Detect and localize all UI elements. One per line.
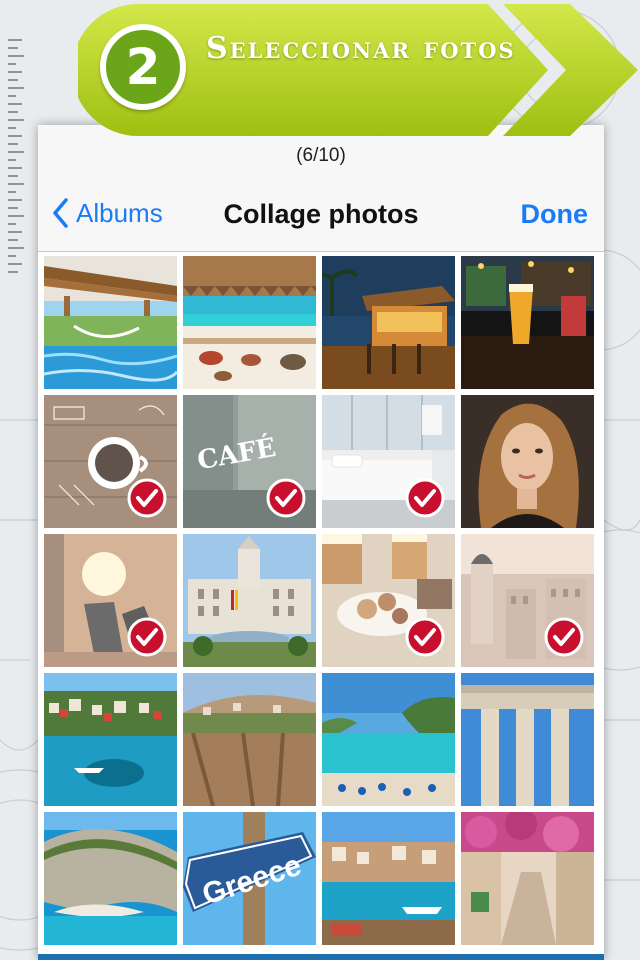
- photo-thumbnail[interactable]: [322, 256, 455, 389]
- checkmark-icon: [405, 617, 445, 657]
- checkmark-icon: [266, 478, 306, 518]
- selection-count: (6/10): [296, 145, 346, 166]
- photo-thumbnail[interactable]: [461, 812, 594, 945]
- photo-thumbnail-selected[interactable]: [44, 534, 177, 667]
- checkmark-icon: [127, 478, 167, 518]
- photo-thumbnail[interactable]: [183, 673, 316, 806]
- photo-thumbnail-selected[interactable]: CAFÉ: [183, 395, 316, 528]
- photo-picker: (6/10) Albums Collage photos Done CAFÉ G…: [38, 125, 604, 960]
- photo-thumbnail[interactable]: [322, 673, 455, 806]
- flower-street-image: [461, 812, 594, 945]
- beach-thatch-image: [183, 256, 316, 389]
- photo-thumbnail[interactable]: [461, 395, 594, 528]
- navagio-beach-image: [44, 812, 177, 945]
- done-button[interactable]: Done: [521, 199, 589, 230]
- navigation-bar: (6/10) Albums Collage photos Done: [38, 125, 604, 252]
- step-banner: 2 Seleccionar fotos: [78, 0, 640, 140]
- madrid-palace-image: [183, 534, 316, 667]
- checkmark-icon: [405, 478, 445, 518]
- photo-thumbnail-selected[interactable]: [461, 534, 594, 667]
- photo-thumbnail-selected[interactable]: [322, 534, 455, 667]
- photo-thumbnail[interactable]: [183, 256, 316, 389]
- woman-portrait-image: [461, 395, 594, 528]
- photo-thumbnail[interactable]: [44, 812, 177, 945]
- photo-thumbnail[interactable]: [461, 673, 594, 806]
- parga-harbor-image: [44, 673, 177, 806]
- pub-beer-image: [461, 256, 594, 389]
- step-title: Seleccionar fotos: [206, 31, 516, 66]
- photo-thumbnail[interactable]: Greece: [183, 812, 316, 945]
- photo-thumbnail[interactable]: [183, 534, 316, 667]
- photo-thumbnail-selected[interactable]: [44, 395, 177, 528]
- harbor-town-image: [322, 812, 455, 945]
- checkmark-icon: [127, 617, 167, 657]
- photo-thumbnail[interactable]: [322, 812, 455, 945]
- photo-thumbnail[interactable]: [44, 673, 177, 806]
- photo-thumbnail[interactable]: [44, 256, 177, 389]
- album-title: Collage photos: [223, 199, 419, 229]
- greece-sign-image: Greece: [183, 812, 316, 945]
- next-row-peek: [38, 954, 604, 960]
- pool-hammocks-image: [44, 256, 177, 389]
- turquoise-bay-image: [322, 673, 455, 806]
- photo-grid: CAFÉ Greece: [44, 256, 600, 945]
- caryatids-image: [461, 673, 594, 806]
- photo-thumbnail[interactable]: [461, 256, 594, 389]
- photo-thumbnail-selected[interactable]: [322, 395, 455, 528]
- checkmark-icon: [544, 617, 584, 657]
- step-number-badge: 2: [100, 24, 186, 110]
- tiki-bar-night-image: [322, 256, 455, 389]
- monemvasia-cliff-image: [183, 673, 316, 806]
